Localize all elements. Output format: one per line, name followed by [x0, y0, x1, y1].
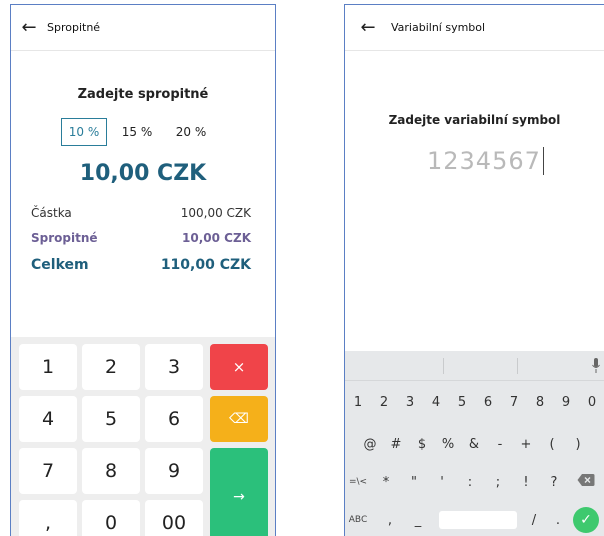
- tip-option-20[interactable]: 20 %: [167, 118, 215, 146]
- cancel-button[interactable]: ×: [210, 344, 268, 390]
- key-4[interactable]: 4: [19, 396, 77, 442]
- back-arrow-icon[interactable]: ←: [11, 17, 47, 38]
- app-bar: ← Variabilní symbol: [345, 5, 604, 51]
- kb-key-1[interactable]: 1: [347, 387, 369, 417]
- app-bar: ← Spropitné: [11, 5, 275, 51]
- tip-options: 10 % 15 % 20 %: [61, 118, 215, 146]
- kb-key-exclamation[interactable]: !: [515, 467, 537, 497]
- key-comma[interactable]: ,: [19, 500, 77, 536]
- kb-key-dollar[interactable]: $: [411, 429, 433, 459]
- screen-title: Variabilní symbol: [391, 21, 486, 34]
- kb-key-8[interactable]: 8: [529, 387, 551, 417]
- close-icon: ×: [232, 358, 246, 376]
- kb-key-colon[interactable]: :: [459, 467, 481, 497]
- kb-key-more-symbols[interactable]: =\<: [347, 467, 369, 497]
- kb-key-0[interactable]: 0: [581, 387, 603, 417]
- tip-option-15[interactable]: 15 %: [113, 118, 161, 146]
- text-caret: [542, 147, 544, 175]
- variable-symbol-value: 1234567: [427, 147, 541, 175]
- kb-key-ampersand[interactable]: &: [463, 429, 485, 459]
- summary-tip-row: Spropitné 10,00 CZK: [31, 231, 251, 245]
- kb-key-9[interactable]: 9: [555, 387, 577, 417]
- key-3[interactable]: 3: [145, 344, 203, 390]
- suggestion-bar: [345, 351, 604, 381]
- tip-option-10[interactable]: 10 %: [61, 118, 107, 146]
- keyboard-row-numbers: 1 2 3 4 5 6 7 8 9 0: [345, 387, 604, 417]
- kb-key-double-quote[interactable]: ": [403, 467, 425, 497]
- checkmark-icon: ✓: [580, 512, 592, 528]
- variable-symbol-input[interactable]: 1234567: [427, 147, 544, 175]
- microphone-icon[interactable]: [591, 357, 601, 375]
- kb-key-question[interactable]: ?: [543, 467, 565, 497]
- kb-key-7[interactable]: 7: [503, 387, 525, 417]
- kb-key-comma[interactable]: ,: [379, 505, 401, 535]
- kb-key-percent[interactable]: %: [437, 429, 459, 459]
- backspace-icon[interactable]: [577, 473, 595, 487]
- tip-amount: 10,00 CZK: [79, 161, 207, 186]
- kb-key-semicolon[interactable]: ;: [487, 467, 509, 497]
- kb-key-at[interactable]: @: [359, 429, 381, 459]
- suggestion-divider: [443, 358, 444, 374]
- kb-key-open-paren[interactable]: (: [541, 429, 563, 459]
- key-2[interactable]: 2: [82, 344, 140, 390]
- kb-key-5[interactable]: 5: [451, 387, 473, 417]
- keyboard-row-bottom: ABC , _ / . ✓: [345, 505, 604, 535]
- key-1[interactable]: 1: [19, 344, 77, 390]
- tip-value: 10,00 CZK: [182, 231, 251, 245]
- key-6[interactable]: 6: [145, 396, 203, 442]
- suggestion-divider: [517, 358, 518, 374]
- arrow-right-icon: →: [233, 489, 245, 505]
- kb-key-underscore[interactable]: _: [407, 505, 429, 535]
- kb-key-2[interactable]: 2: [373, 387, 395, 417]
- key-0[interactable]: 0: [82, 500, 140, 536]
- key-7[interactable]: 7: [19, 448, 77, 494]
- variable-symbol-screen: ← Variabilní symbol Zadejte variabilní s…: [344, 4, 604, 536]
- confirm-button[interactable]: →: [210, 448, 268, 536]
- numeric-keypad: 1 2 3 × 4 5 6 ⌫ 7 8 9 → , 0 00: [11, 337, 275, 536]
- key-8[interactable]: 8: [82, 448, 140, 494]
- total-label: Celkem: [31, 257, 89, 273]
- summary-total-row: Celkem 110,00 CZK: [31, 257, 251, 273]
- total-value: 110,00 CZK: [160, 257, 251, 273]
- screen-title: Spropitné: [47, 21, 101, 34]
- kb-key-hash[interactable]: #: [385, 429, 407, 459]
- keyboard-row-symbols: @ # $ % & - + ( ): [345, 429, 604, 459]
- back-arrow-icon[interactable]: ←: [345, 17, 391, 38]
- kb-key-6[interactable]: 6: [477, 387, 499, 417]
- space-bar[interactable]: [439, 511, 517, 529]
- backspace-icon: ⌫: [229, 411, 249, 427]
- key-5[interactable]: 5: [82, 396, 140, 442]
- enter-button[interactable]: ✓: [573, 507, 599, 533]
- tip-heading: Zadejte spropitné: [77, 87, 209, 102]
- variable-symbol-heading: Zadejte variabilní symbol: [388, 113, 561, 127]
- amount-label: Částka: [31, 206, 72, 220]
- kb-key-plus[interactable]: +: [515, 429, 537, 459]
- amount-value: 100,00 CZK: [180, 206, 251, 220]
- key-00[interactable]: 00: [145, 500, 203, 536]
- kb-key-minus[interactable]: -: [489, 429, 511, 459]
- kb-key-abc[interactable]: ABC: [347, 505, 369, 535]
- kb-key-4[interactable]: 4: [425, 387, 447, 417]
- keyboard-row-punctuation: =\< * " ' : ; ! ?: [345, 467, 604, 497]
- key-9[interactable]: 9: [145, 448, 203, 494]
- kb-key-close-paren[interactable]: ): [567, 429, 589, 459]
- summary-amount-row: Částka 100,00 CZK: [31, 206, 251, 220]
- kb-key-3[interactable]: 3: [399, 387, 421, 417]
- kb-key-period[interactable]: .: [547, 505, 569, 535]
- kb-key-asterisk[interactable]: *: [375, 467, 397, 497]
- tip-screen: ← Spropitné Zadejte spropitné 10 % 15 % …: [10, 4, 276, 536]
- soft-keyboard: 1 2 3 4 5 6 7 8 9 0 @ # $ % & - + ( ) =\…: [345, 351, 604, 536]
- kb-key-single-quote[interactable]: ': [431, 467, 453, 497]
- kb-key-slash[interactable]: /: [523, 505, 545, 535]
- tip-label: Spropitné: [31, 231, 98, 245]
- backspace-button[interactable]: ⌫: [210, 396, 268, 442]
